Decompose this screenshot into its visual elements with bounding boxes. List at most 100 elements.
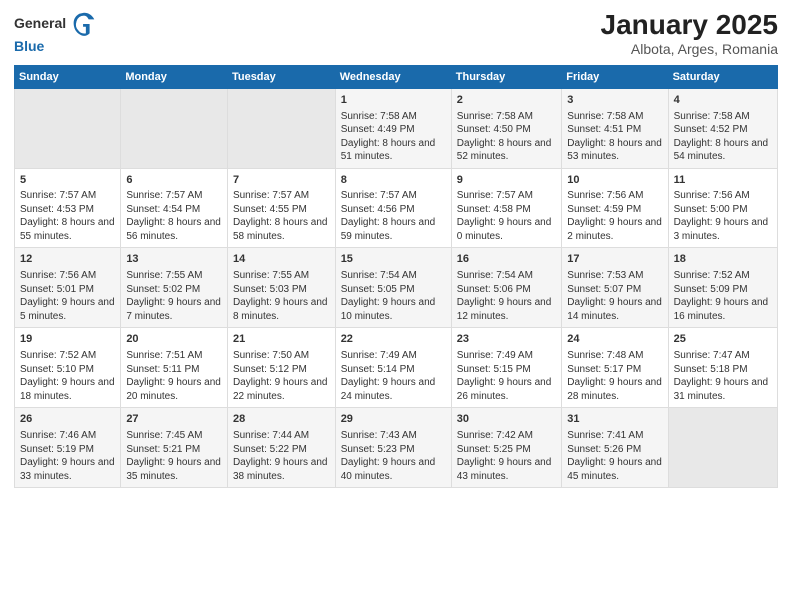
calendar-cell: 8Sunrise: 7:57 AMSunset: 4:56 PMDaylight… [335, 168, 451, 248]
daylight-label: Daylight: 9 hours and 45 minutes. [567, 457, 662, 482]
sunrise: Sunrise: 7:50 AM [233, 350, 309, 361]
daylight-label: Daylight: 9 hours and 24 minutes. [341, 377, 436, 402]
day-number: 27 [126, 412, 222, 427]
sunset: Sunset: 5:05 PM [341, 284, 415, 295]
sunset: Sunset: 5:21 PM [126, 444, 200, 455]
calendar-cell: 12Sunrise: 7:56 AMSunset: 5:01 PMDayligh… [15, 248, 121, 328]
sunset: Sunset: 4:54 PM [126, 204, 200, 215]
sunset: Sunset: 5:06 PM [457, 284, 531, 295]
day-number: 18 [674, 252, 772, 267]
calendar-cell: 1Sunrise: 7:58 AMSunset: 4:49 PMDaylight… [335, 88, 451, 168]
daylight-label: Daylight: 9 hours and 31 minutes. [674, 377, 769, 402]
daylight-label: Daylight: 8 hours and 59 minutes. [341, 217, 436, 242]
sunset: Sunset: 5:14 PM [341, 364, 415, 375]
col-monday: Monday [121, 65, 228, 88]
daylight-label: Daylight: 8 hours and 58 minutes. [233, 217, 328, 242]
calendar-cell: 3 Sunrise: 7:58 AM Sunset: 4:51 PM Daylight… [562, 88, 668, 168]
logo-general: General [14, 16, 66, 31]
daylight-label: Daylight: 9 hours and 7 minutes. [126, 297, 221, 322]
daylight-label: Daylight: 8 hours and 52 minutes. [457, 138, 552, 163]
daylight-label: Daylight: 9 hours and 18 minutes. [20, 377, 115, 402]
daylight-label: Daylight: 9 hours and 28 minutes. [567, 377, 662, 402]
col-thursday: Thursday [451, 65, 562, 88]
sunrise: Sunrise: 7:52 AM [20, 350, 96, 361]
daylight-label: Daylight: 8 hours and 54 minutes. [674, 138, 769, 163]
daylight-label: Daylight: 9 hours and 20 minutes. [126, 377, 221, 402]
sunrise: Sunrise: 7:46 AM [20, 430, 96, 441]
daylight-label: Daylight: 9 hours and 38 minutes. [233, 457, 328, 482]
calendar-cell: 2Sunrise: 7:58 AMSunset: 4:50 PMDaylight… [451, 88, 562, 168]
day-number: 25 [674, 332, 772, 347]
sunset: Sunset: 4:55 PM [233, 204, 307, 215]
col-sunday: Sunday [15, 65, 121, 88]
calendar-cell: 26 Sunrise: 7:46 AM Sunset: 5:19 PM Dayligh… [15, 408, 121, 488]
day-number: 17 [567, 252, 662, 267]
daylight-label: Daylight: 9 hours and 5 minutes. [20, 297, 115, 322]
day-number: 9 [457, 173, 557, 188]
day-number: 5 [20, 173, 115, 188]
sunset: Sunset: 4:49 PM [341, 124, 415, 135]
daylight-label: Daylight: 9 hours and 33 minutes. [20, 457, 115, 482]
sunset: Sunset: 5:19 PM [20, 444, 94, 455]
daylight-label: Daylight: 9 hours and 35 minutes. [126, 457, 221, 482]
day-number: 26 [20, 412, 115, 427]
calendar-cell: 21Sunrise: 7:50 AMSunset: 5:12 PMDayligh… [227, 328, 335, 408]
col-friday: Friday [562, 65, 668, 88]
table-row: 5Sunrise: 7:57 AMSunset: 4:53 PMDaylight… [15, 168, 778, 248]
header-row: Sunday Monday Tuesday Wednesday Thursday… [15, 65, 778, 88]
sunset: Sunset: 5:25 PM [457, 444, 531, 455]
sunrise: Sunrise: 7:58 AM [567, 111, 643, 122]
col-tuesday: Tuesday [227, 65, 335, 88]
day-number: 22 [341, 332, 446, 347]
sunrise: Sunrise: 7:56 AM [567, 190, 643, 201]
sunset: Sunset: 4:53 PM [20, 204, 94, 215]
sunset: Sunset: 5:18 PM [674, 364, 748, 375]
day-number: 20 [126, 332, 222, 347]
calendar-cell: 31Sunrise: 7:41 AMSunset: 5:26 PMDayligh… [562, 408, 668, 488]
daylight-label: Daylight: 8 hours and 53 minutes. [567, 138, 662, 163]
day-number: 28 [233, 412, 330, 427]
day-number: 15 [341, 252, 446, 267]
day-number: 3 [567, 93, 662, 108]
day-number: 24 [567, 332, 662, 347]
calendar-cell: 19Sunrise: 7:52 AMSunset: 5:10 PMDayligh… [15, 328, 121, 408]
calendar-title: January 2025 [601, 10, 778, 41]
day-number: 10 [567, 173, 662, 188]
calendar-cell: 10Sunrise: 7:56 AMSunset: 4:59 PMDayligh… [562, 168, 668, 248]
daylight-label: Daylight: 9 hours and 0 minutes. [457, 217, 552, 242]
calendar-cell: 28Sunrise: 7:44 AMSunset: 5:22 PMDayligh… [227, 408, 335, 488]
sunset: Sunset: 5:10 PM [20, 364, 94, 375]
daylight-label: Daylight: 9 hours and 8 minutes. [233, 297, 328, 322]
sunrise: Sunrise: 7:48 AM [567, 350, 643, 361]
day-number: 8 [341, 173, 446, 188]
calendar-cell [121, 88, 228, 168]
sunrise: Sunrise: 7:49 AM [341, 350, 417, 361]
daylight-label: Daylight: 8 hours and 55 minutes. [20, 217, 115, 242]
logo-blue: Blue [14, 38, 44, 54]
day-number: 2 [457, 93, 557, 108]
calendar-cell: 14Sunrise: 7:55 AMSunset: 5:03 PMDayligh… [227, 248, 335, 328]
calendar-cell: 27Sunrise: 7:45 AMSunset: 5:21 PMDayligh… [121, 408, 228, 488]
sunset: Sunset: 4:51 PM [567, 124, 641, 135]
calendar-cell: 16Sunrise: 7:54 AMSunset: 5:06 PMDayligh… [451, 248, 562, 328]
sunset: Sunset: 4:58 PM [457, 204, 531, 215]
sunrise: Sunrise: 7:55 AM [126, 270, 202, 281]
calendar-cell: 24Sunrise: 7:48 AMSunset: 5:17 PMDayligh… [562, 328, 668, 408]
sunrise: Sunrise: 7:53 AM [567, 270, 643, 281]
sunset: Sunset: 5:26 PM [567, 444, 641, 455]
daylight-label: Daylight: 9 hours and 10 minutes. [341, 297, 436, 322]
sunrise: Sunrise: 7:47 AM [674, 350, 750, 361]
calendar-cell: 11Sunrise: 7:56 AMSunset: 5:00 PMDayligh… [668, 168, 777, 248]
sunset: Sunset: 5:11 PM [126, 364, 199, 375]
calendar-cell: 25 Sunrise: 7:47 AM Sunset: 5:18 PM Dayligh… [668, 328, 777, 408]
logo-icon [70, 10, 98, 38]
sunrise: Sunrise: 7:56 AM [674, 190, 750, 201]
sunrise: Sunrise: 7:54 AM [341, 270, 417, 281]
daylight-label: Daylight: 9 hours and 43 minutes. [457, 457, 552, 482]
day-number: 4 [674, 93, 772, 108]
sunrise: Sunrise: 7:58 AM [674, 111, 750, 122]
day-number: 14 [233, 252, 330, 267]
sunset: Sunset: 4:59 PM [567, 204, 641, 215]
page: General Blue January 2025 Albota, Arges,… [0, 0, 792, 612]
sunrise: Sunrise: 7:54 AM [457, 270, 533, 281]
